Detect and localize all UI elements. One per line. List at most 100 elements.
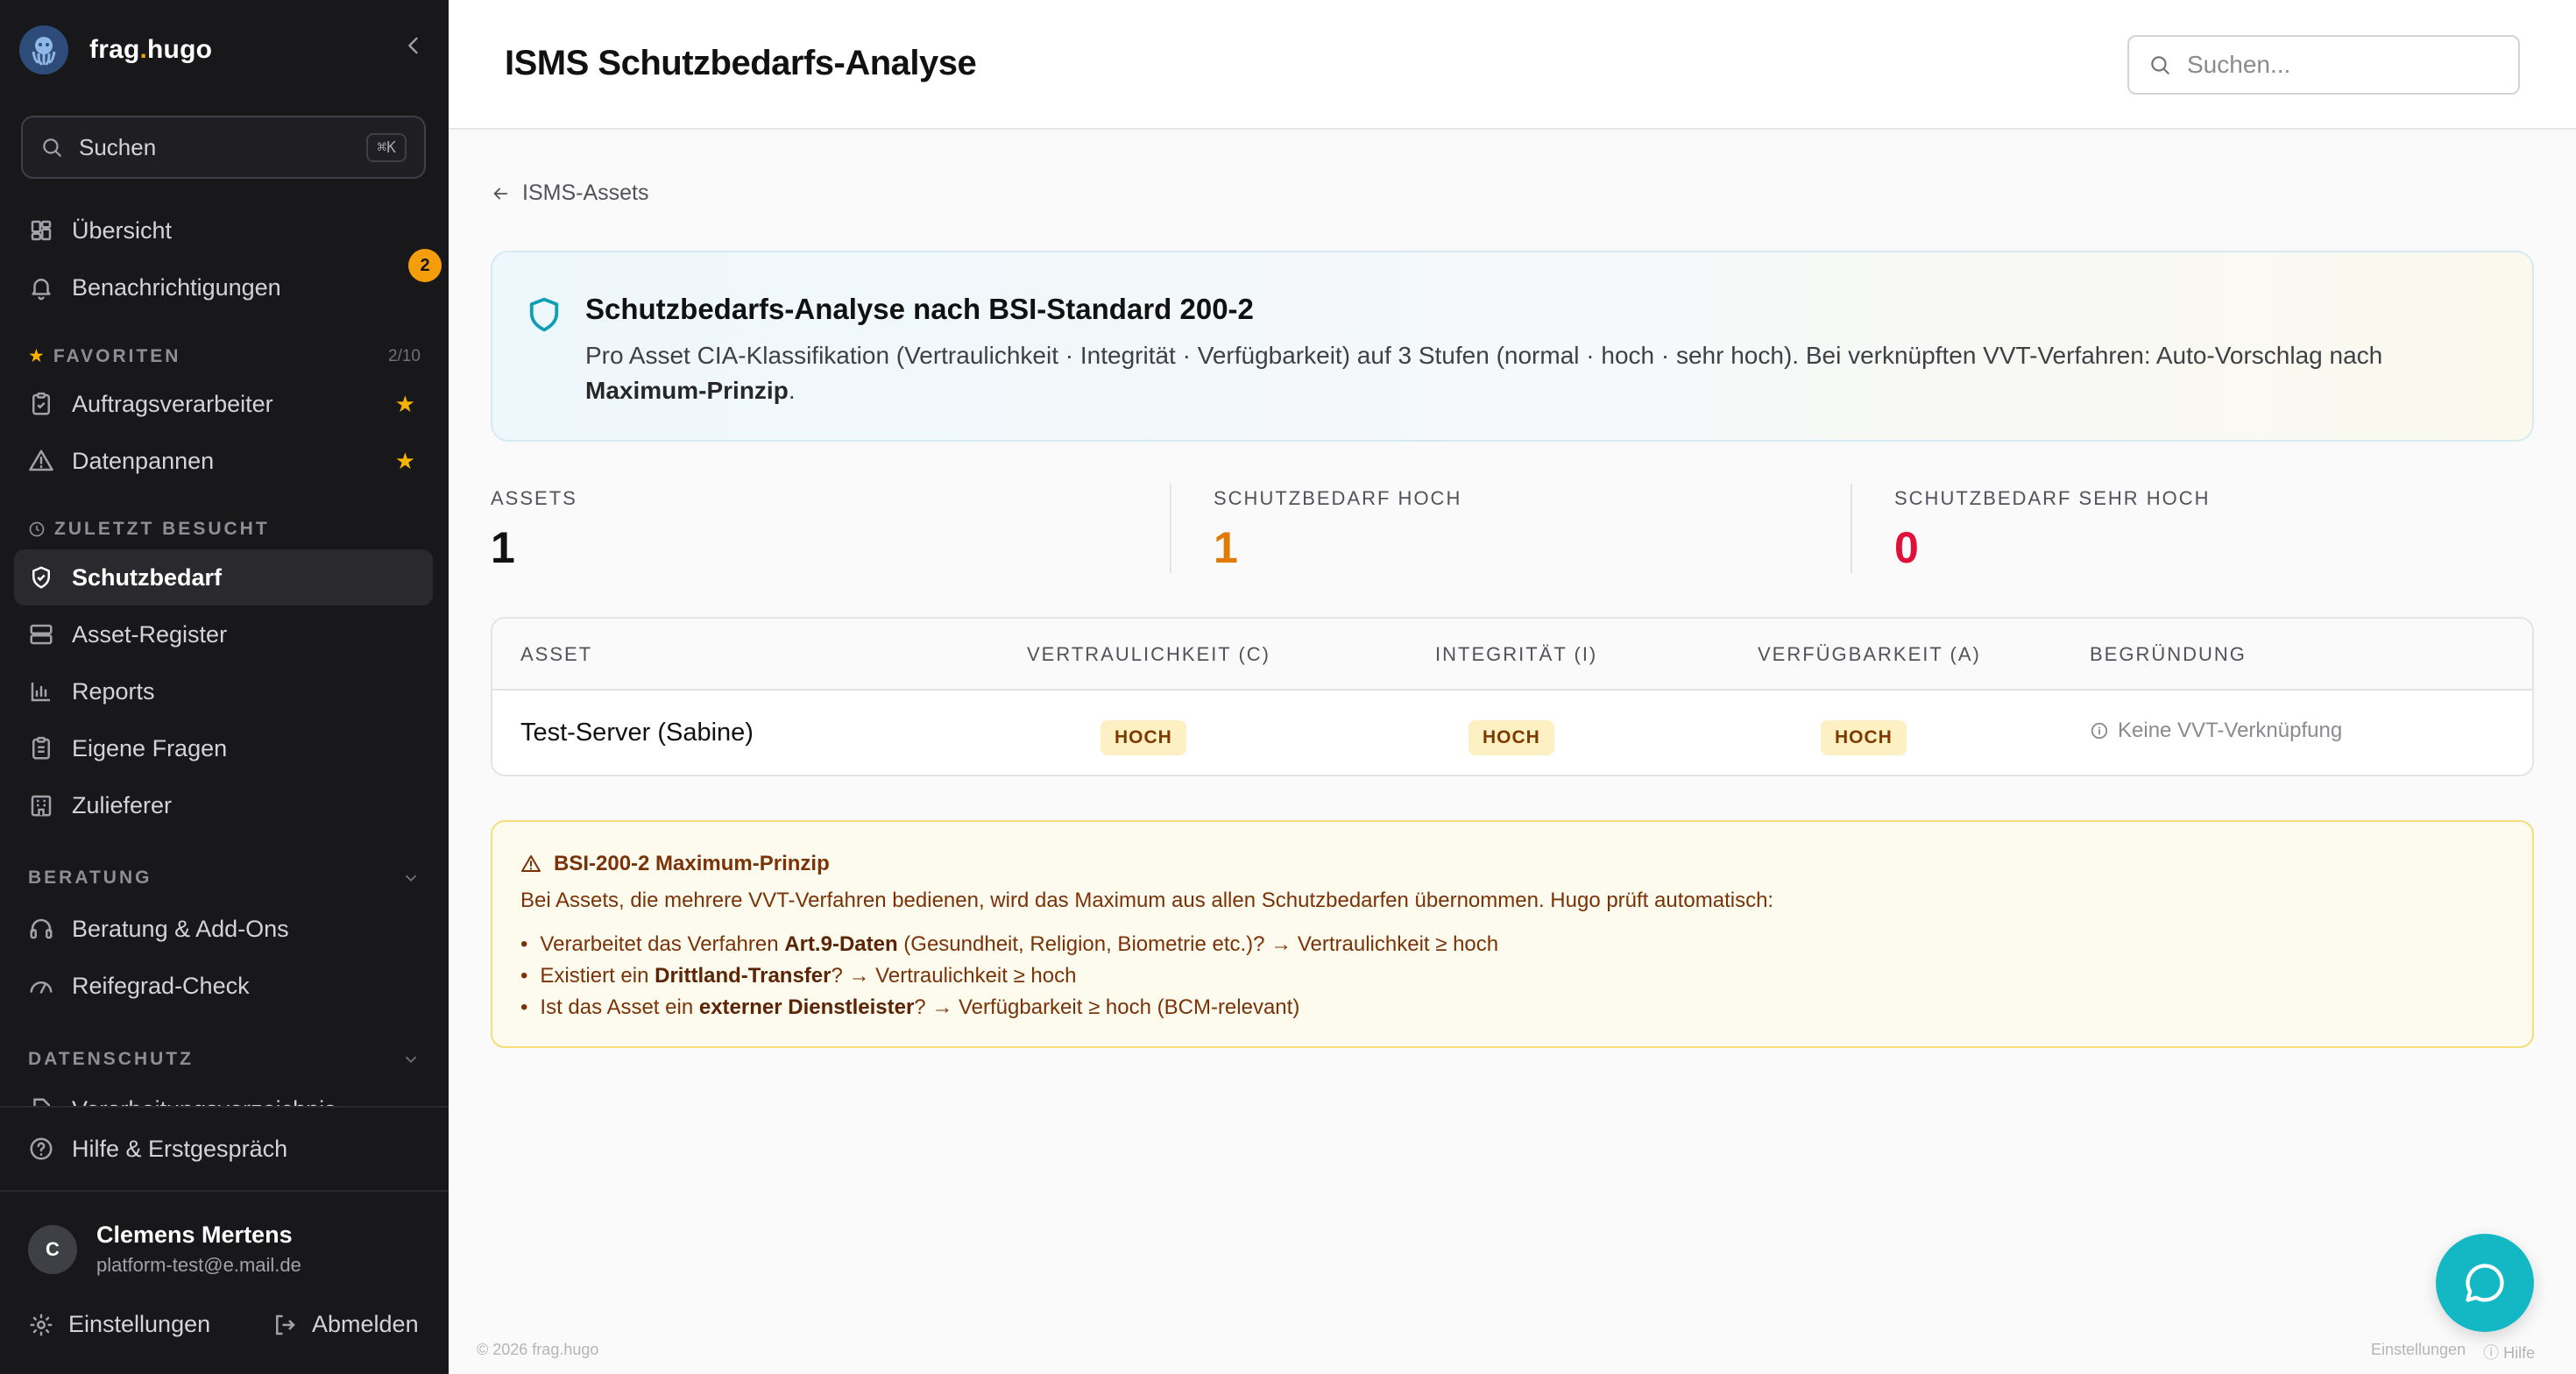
info-title: Schutzbedarfs-Analyse nach BSI-Standard … <box>585 293 1254 325</box>
header-search[interactable] <box>2127 35 2520 95</box>
sidebar: frag.hugo Suchen ⌘K Übersicht Benachrich… <box>0 0 449 1374</box>
user-profile[interactable]: C Clemens Mertens platform-test@e.mail.d… <box>28 1222 301 1277</box>
nav-overview[interactable]: Übersicht <box>14 202 433 259</box>
th-vertraulichkeit: VERTRAULICHKEIT (C) <box>1027 643 1271 665</box>
nav-asset-register[interactable]: Asset-Register <box>14 606 433 662</box>
footer-settings-link[interactable]: Einstellungen <box>2371 1341 2466 1363</box>
list-item: Ist das Asset ein externer Dienstleister… <box>520 992 1498 1023</box>
favorites-heading: ★ FAVORITEN 2/10 <box>28 345 421 367</box>
stat-assets: ASSETS 1 <box>491 487 577 573</box>
brand-name: frag.hugo <box>89 35 213 64</box>
cell-reason: Keine VVT-Verknüpfung <box>2090 719 2342 743</box>
nav-eigene-fragen-label: Eigene Fragen <box>72 734 228 761</box>
nav-overview-label: Übersicht <box>72 216 173 244</box>
nav-zulieferer[interactable]: Zulieferer <box>14 777 433 833</box>
datenschutz-heading[interactable]: DATENSCHUTZ <box>28 1049 421 1070</box>
chat-button[interactable] <box>2436 1234 2534 1332</box>
document-icon <box>33 1098 50 1106</box>
list-item: Existiert ein Drittland-Transfer? → Vert… <box>520 960 1498 992</box>
stat-divider <box>1851 484 1852 573</box>
nav-help[interactable]: Hilfe & Erstgespräch <box>14 1121 433 1177</box>
nav-beratung-label: Beratung & Add-Ons <box>72 915 289 942</box>
back-link[interactable]: ISMS-Assets <box>491 181 648 206</box>
headset-icon <box>30 918 53 939</box>
cell-a-level-badge[interactable]: HOCH <box>1821 720 1907 755</box>
nav-reports[interactable]: Reports <box>14 663 433 719</box>
arrow-left-icon <box>493 188 508 199</box>
topbar: ISMS Schutzbedarfs-Analyse <box>449 0 2576 130</box>
nav-favorite-auftragsverarbeiter[interactable]: Auftragsverarbeiter ★ <box>14 376 433 432</box>
nav-favorite-label: Datenpannen <box>72 447 215 474</box>
chat-bubble-icon <box>2466 1264 2504 1302</box>
th-asset: ASSET <box>520 643 593 665</box>
stat-divider <box>1170 484 1171 573</box>
sidebar-search[interactable]: Suchen ⌘K <box>21 116 426 179</box>
stat-value: 0 <box>1894 523 1919 572</box>
logout-icon <box>276 1314 295 1335</box>
nav-schutzbedarf-label: Schutzbedarf <box>72 563 223 591</box>
info-card: Schutzbedarfs-Analyse nach BSI-Standard … <box>491 251 2534 442</box>
nav-reifegrad-check[interactable]: Reifegrad-Check <box>14 958 433 1014</box>
sidebar-search-label: Suchen <box>79 133 157 160</box>
nav-verarbeitungsverzeichnis-label: Verarbeitungsverzeichnis <box>72 1096 336 1107</box>
stat-schutzbedarf-sehr-hoch: SCHUTZBEDARF SEHR HOCH 0 <box>1894 487 2211 573</box>
nav-zulieferer-label: Zulieferer <box>72 791 173 818</box>
server-icon <box>30 624 53 645</box>
stat-schutzbedarf-hoch: SCHUTZBEDARF HOCH 1 <box>1214 487 1461 573</box>
chevron-down-icon <box>405 875 417 882</box>
favorite-star-icon[interactable]: ★ <box>395 448 415 475</box>
sidebar-divider <box>0 1190 449 1192</box>
nav-reifegrad-label: Reifegrad-Check <box>72 972 250 999</box>
stat-label: ASSETS <box>491 487 577 509</box>
building-icon <box>31 795 52 817</box>
stat-label: SCHUTZBEDARF SEHR HOCH <box>1894 487 2211 509</box>
nav-notifications[interactable]: Benachrichtigungen <box>14 259 433 315</box>
assets-table: ASSET VERTRAULICHKEIT (C) INTEGRITÄT (I)… <box>491 617 2534 776</box>
user-name: Clemens Mertens <box>96 1222 293 1248</box>
th-verfuegbarkeit: VERFÜGBARKEIT (A) <box>1758 643 1981 665</box>
notice-title: BSI-200-2 Maximum-Prinzip <box>520 852 830 876</box>
footer-help-link[interactable]: ⓘ Hilfe <box>2483 1341 2535 1363</box>
back-link-label: ISMS-Assets <box>522 181 649 205</box>
bar-chart-icon <box>31 683 50 702</box>
maximum-principle-notice: BSI-200-2 Maximum-Prinzip Bei Assets, di… <box>491 820 2534 1048</box>
collapse-sidebar-icon[interactable] <box>401 33 426 58</box>
list-item: Verarbeitet das Verfahren Art.9-Daten (G… <box>520 929 1498 960</box>
logout-link[interactable]: Abmelden <box>272 1311 419 1338</box>
avatar: C <box>28 1224 77 1274</box>
nav-favorite-label: Auftragsverarbeiter <box>72 390 273 417</box>
nav-help-label: Hilfe & Erstgespräch <box>72 1135 288 1162</box>
cell-c-level-badge[interactable]: HOCH <box>1100 720 1186 755</box>
nav-favorite-datenpannen[interactable]: Datenpannen ★ <box>14 433 433 489</box>
clipboard-check-icon <box>32 392 50 415</box>
notifications-count-badge: 2 <box>408 249 442 282</box>
help-circle-icon <box>30 1137 53 1160</box>
cell-asset[interactable]: Test-Server (Sabine) <box>520 719 754 747</box>
header-search-input[interactable] <box>2187 51 2502 79</box>
beratung-heading[interactable]: BERATUNG <box>28 868 421 889</box>
brand[interactable]: frag.hugo <box>19 19 212 81</box>
nav-notifications-label: Benachrichtigungen <box>72 273 281 301</box>
settings-link[interactable]: Einstellungen <box>28 1311 210 1338</box>
shield-icon <box>529 297 559 332</box>
favorite-star-icon[interactable]: ★ <box>395 391 415 418</box>
th-integritaet: INTEGRITÄT (I) <box>1435 643 1598 665</box>
footer-links: Einstellungen ⓘ Hilfe <box>2371 1341 2535 1363</box>
nav-eigene-fragen[interactable]: Eigene Fragen <box>14 720 433 776</box>
warning-triangle-icon <box>521 855 541 872</box>
gauge-icon <box>30 981 53 994</box>
nav-schutzbedarf[interactable]: Schutzbedarf <box>14 549 433 606</box>
copyright: © 2026 frag.hugo <box>477 1341 599 1358</box>
search-shortcut: ⌘K <box>366 132 407 162</box>
octopus-logo-icon <box>19 25 68 74</box>
stat-label: SCHUTZBEDARF HOCH <box>1214 487 1462 509</box>
cell-i-level-badge[interactable]: HOCH <box>1468 720 1554 755</box>
recent-heading: ZULETZT BESUCHT <box>28 519 421 540</box>
page-title: ISMS Schutzbedarfs-Analyse <box>505 44 977 82</box>
shield-check-icon <box>32 566 50 589</box>
th-begruendung: BEGRÜNDUNG <box>2090 643 2247 665</box>
star-icon: ★ <box>28 346 45 366</box>
info-circle-icon <box>2091 722 2108 740</box>
nav-verarbeitungsverzeichnis[interactable]: Verarbeitungsverzeichnis <box>14 1081 433 1106</box>
nav-beratung-addons[interactable]: Beratung & Add-Ons <box>14 901 433 957</box>
